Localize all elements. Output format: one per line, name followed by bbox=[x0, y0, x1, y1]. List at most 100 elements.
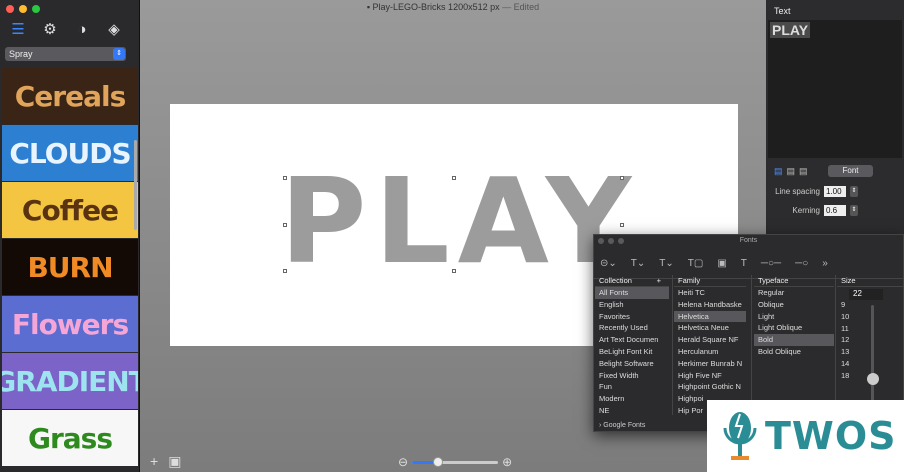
collection-item[interactable]: Favorites bbox=[595, 311, 669, 323]
selection-handle[interactable] bbox=[283, 176, 287, 180]
font-family-item[interactable]: Helena Handbaske bbox=[674, 299, 746, 311]
font-family-item[interactable]: Herkimer Bunrab N bbox=[674, 358, 746, 370]
style-preset-tile[interactable]: Flowers bbox=[2, 296, 138, 352]
shadow-blur-icon[interactable]: ─○ bbox=[795, 258, 808, 269]
close-window-button[interactable] bbox=[6, 5, 14, 13]
action-menu-icon[interactable]: ⊝⌄ bbox=[600, 258, 617, 269]
text-content-field[interactable]: PLAY bbox=[768, 20, 902, 158]
text-section-title: Text bbox=[774, 6, 791, 16]
font-size-item[interactable]: 10 bbox=[837, 311, 903, 323]
shapes-icon[interactable]: ◑ bbox=[72, 20, 92, 38]
font-family-item[interactable]: Herculanum bbox=[674, 346, 746, 358]
style-list-scrollbar[interactable] bbox=[134, 140, 137, 230]
selection-handle[interactable] bbox=[620, 176, 624, 180]
gear-icon[interactable]: ⚙ bbox=[40, 20, 60, 38]
typeface-item[interactable]: Regular bbox=[754, 287, 834, 299]
document-icon: ▪ bbox=[366, 2, 371, 12]
zoom-window-button[interactable] bbox=[32, 5, 40, 13]
font-size-item[interactable]: 14 bbox=[837, 358, 903, 370]
collection-item[interactable]: BeLight Font Kit bbox=[595, 346, 669, 358]
align-center-icon[interactable]: ▤ bbox=[787, 166, 796, 177]
selection-handle[interactable] bbox=[452, 269, 456, 273]
font-family-item[interactable]: Herald Square NF bbox=[674, 334, 746, 346]
selection-handle[interactable] bbox=[283, 269, 287, 273]
size-header: Size bbox=[837, 275, 903, 287]
typeface-item[interactable]: Light bbox=[754, 311, 834, 323]
collection-item[interactable]: Art Text Documen bbox=[595, 334, 669, 346]
line-spacing-input[interactable]: 1.00 bbox=[824, 186, 846, 197]
selection-handle[interactable] bbox=[283, 223, 287, 227]
size-slider-knob[interactable] bbox=[867, 373, 879, 385]
collection-item[interactable]: Belight Software bbox=[595, 358, 669, 370]
google-fonts-row[interactable]: › Google Fonts bbox=[599, 422, 645, 429]
style-preset-tile[interactable]: Coffee bbox=[2, 182, 138, 238]
font-family-item[interactable]: High Five NF bbox=[674, 370, 746, 382]
align-left-icon[interactable]: ▤ bbox=[774, 166, 783, 177]
font-size-item[interactable]: 13 bbox=[837, 346, 903, 358]
line-spacing-row: Line spacing 1.00 ⇕ bbox=[772, 186, 858, 197]
kerning-input[interactable]: 0.6 bbox=[824, 205, 846, 216]
column-divider bbox=[672, 275, 673, 415]
grid-icon[interactable]: ▣ bbox=[168, 453, 181, 470]
collection-item[interactable]: Modern bbox=[595, 393, 669, 405]
style-preset-tile[interactable]: GRADIENT bbox=[2, 353, 138, 409]
collection-item[interactable]: Fixed Width bbox=[595, 370, 669, 382]
font-button[interactable]: Font bbox=[828, 165, 873, 177]
alignment-buttons: ▤ ▤ ▤ bbox=[774, 166, 808, 177]
document-color-icon[interactable]: ▣ bbox=[717, 258, 726, 269]
column-divider bbox=[835, 275, 836, 415]
styles-sidebar: ☰ ⚙ ◑ ◈ Spray ⇕ Cereals CLOUDS Coffee BURN F… bbox=[0, 0, 140, 472]
window-title: ▪ Play-LEGO-Bricks 1200x512 px — Edited bbox=[366, 2, 540, 12]
collection-header: Collection + bbox=[595, 275, 669, 287]
zoom-out-icon[interactable]: ⊖ bbox=[398, 455, 408, 469]
layers-icon[interactable]: ◈ bbox=[104, 20, 124, 38]
collection-item[interactable]: Recently Used bbox=[595, 322, 669, 334]
align-right-icon[interactable]: ▤ bbox=[799, 166, 808, 177]
add-icon[interactable]: + bbox=[150, 453, 158, 470]
collection-item[interactable]: NE bbox=[595, 405, 669, 417]
canvas-text-object[interactable]: PLAY bbox=[280, 162, 639, 280]
typeface-item[interactable]: Light Oblique bbox=[754, 322, 834, 334]
bottom-toolbar: + ▣ bbox=[150, 453, 181, 470]
zoom-slider[interactable] bbox=[412, 456, 499, 467]
underline-icon[interactable]: T⌄ bbox=[631, 258, 646, 269]
style-preset-tile[interactable]: Cereals bbox=[2, 68, 138, 124]
selection-handle[interactable] bbox=[620, 223, 624, 227]
kerning-stepper[interactable]: ⇕ bbox=[850, 205, 858, 216]
typeface-item[interactable]: Bold Oblique bbox=[754, 346, 834, 358]
zoom-control: ⊖ ⊕ bbox=[398, 455, 512, 469]
collection-item[interactable]: English bbox=[595, 299, 669, 311]
typeface-item[interactable]: Oblique bbox=[754, 299, 834, 311]
expand-icon[interactable]: » bbox=[822, 258, 828, 269]
font-size-item[interactable]: 9 bbox=[837, 299, 903, 311]
shadow-icon[interactable]: T bbox=[741, 258, 747, 269]
font-family-item[interactable]: Highpoint Gothic N bbox=[674, 381, 746, 393]
style-preset-list: CerealsCLOUDSCoffeeBURNFlowersGRADIENTGr… bbox=[2, 68, 138, 468]
style-preset-tile[interactable]: BURN bbox=[2, 239, 138, 295]
fonts-panel-title: Fonts bbox=[739, 237, 758, 244]
selection-handle[interactable] bbox=[452, 176, 456, 180]
font-family-item[interactable]: Heiti TC bbox=[674, 287, 746, 299]
text-color-icon[interactable]: T▢ bbox=[688, 258, 704, 269]
minimize-window-button[interactable] bbox=[19, 5, 27, 13]
collection-item[interactable]: All Fonts bbox=[595, 287, 669, 299]
size-input[interactable]: 22 bbox=[849, 289, 883, 300]
line-spacing-stepper[interactable]: ⇕ bbox=[850, 186, 858, 197]
zoom-slider-knob[interactable] bbox=[432, 456, 443, 467]
style-preset-tile[interactable]: Grass bbox=[2, 410, 138, 466]
shadow-opacity-icon[interactable]: ─○─ bbox=[761, 258, 781, 269]
font-size-item[interactable]: 11 bbox=[837, 323, 903, 335]
list-icon[interactable]: ☰ bbox=[8, 20, 28, 38]
preset-dropdown[interactable]: Spray ⇕ bbox=[5, 47, 126, 61]
strikethrough-icon[interactable]: T⌄ bbox=[659, 258, 674, 269]
collection-item[interactable]: Fun bbox=[595, 381, 669, 393]
zoom-in-icon[interactable]: ⊕ bbox=[502, 455, 512, 469]
font-family-item[interactable]: Helvetica bbox=[674, 310, 746, 323]
style-preset-tile[interactable]: CLOUDS bbox=[2, 125, 138, 181]
size-slider[interactable] bbox=[871, 305, 874, 405]
collection-column: Collection + All Fonts English Favorites Rec… bbox=[595, 275, 669, 423]
typeface-item[interactable]: Bold bbox=[754, 334, 834, 346]
add-collection-icon[interactable]: + bbox=[657, 275, 669, 287]
font-size-item[interactable]: 12 bbox=[837, 334, 903, 346]
font-family-item[interactable]: Helvetica Neue bbox=[674, 322, 746, 334]
